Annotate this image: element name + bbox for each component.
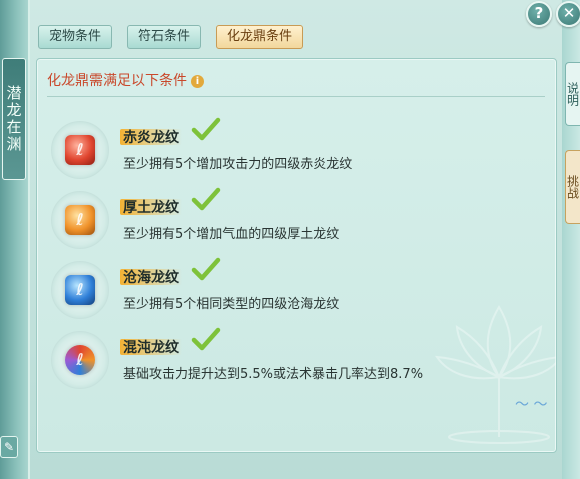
panel-header: 化龙鼎需满足以下条件 i [47, 70, 204, 90]
right-tab-challenge[interactable]: 挑战 [565, 150, 580, 224]
condition-description: 至少拥有5个相同类型的四级沧海龙纹 [123, 297, 340, 312]
checkmark-icon [191, 117, 221, 141]
condition-row-orange: 厚土龙纹 至少拥有5个增加气血的四级厚土龙纹 [51, 187, 531, 251]
condition-name: 赤炎龙纹 [123, 130, 179, 146]
left-banner: 潜龙在渊 [2, 58, 26, 180]
condition-row-blue: 沧海龙纹 至少拥有5个相同类型的四级沧海龙纹 [51, 257, 531, 321]
condition-row-red: 赤炎龙纹 至少拥有5个增加攻击力的四级赤炎龙纹 [51, 117, 531, 181]
edit-icon[interactable]: ✎ [0, 436, 18, 458]
divider [47, 96, 545, 97]
condition-name: 混沌龙纹 [123, 340, 179, 356]
close-button[interactable]: ✕ [556, 1, 580, 27]
blue-gem-icon [65, 275, 95, 305]
condition-description: 基础攻击力提升达到5.5%或法术暴击几率达到8.7% [123, 367, 424, 382]
condition-name: 厚土龙纹 [123, 200, 179, 216]
checkmark-icon [191, 327, 221, 351]
condition-icon-slot [51, 261, 109, 319]
condition-name: 沧海龙纹 [123, 270, 179, 286]
condition-description: 至少拥有5个增加攻击力的四级赤炎龙纹 [123, 157, 353, 172]
checkmark-icon [191, 187, 221, 211]
condition-icon-slot [51, 191, 109, 249]
orange-gem-icon [65, 205, 95, 235]
conditions-panel: 化龙鼎需满足以下条件 i 赤炎龙纹 至少拥有5个增加攻击力的四级赤炎龙纹 厚土龙纹… [36, 58, 557, 453]
condition-icon-slot [51, 331, 109, 389]
birds-decor-icon: 〜 〜 [515, 397, 548, 413]
left-decor-strip: 潜龙在渊 ✎ [0, 0, 30, 479]
condition-row-chaos: 混沌龙纹 基础攻击力提升达到5.5%或法术暴击几率达到8.7% [51, 327, 531, 391]
red-gem-icon [65, 135, 95, 165]
chaos-gem-icon [65, 345, 95, 375]
info-icon[interactable]: i [191, 75, 204, 88]
help-button[interactable]: ? [526, 1, 552, 27]
tab-dragon-cauldron-conditions[interactable]: 化龙鼎条件 [216, 25, 304, 49]
right-tab-explain[interactable]: 说明 [565, 62, 580, 126]
right-tab-strip: 说明 挑战 [562, 0, 580, 479]
condition-description: 至少拥有5个增加气血的四级厚土龙纹 [123, 227, 340, 242]
panel-title: 化龙鼎需满足以下条件 [47, 73, 187, 89]
tab-rune-conditions[interactable]: 符石条件 [127, 25, 202, 49]
checkmark-icon [191, 257, 221, 281]
tab-pet-conditions[interactable]: 宠物条件 [38, 25, 113, 49]
condition-icon-slot [51, 121, 109, 179]
